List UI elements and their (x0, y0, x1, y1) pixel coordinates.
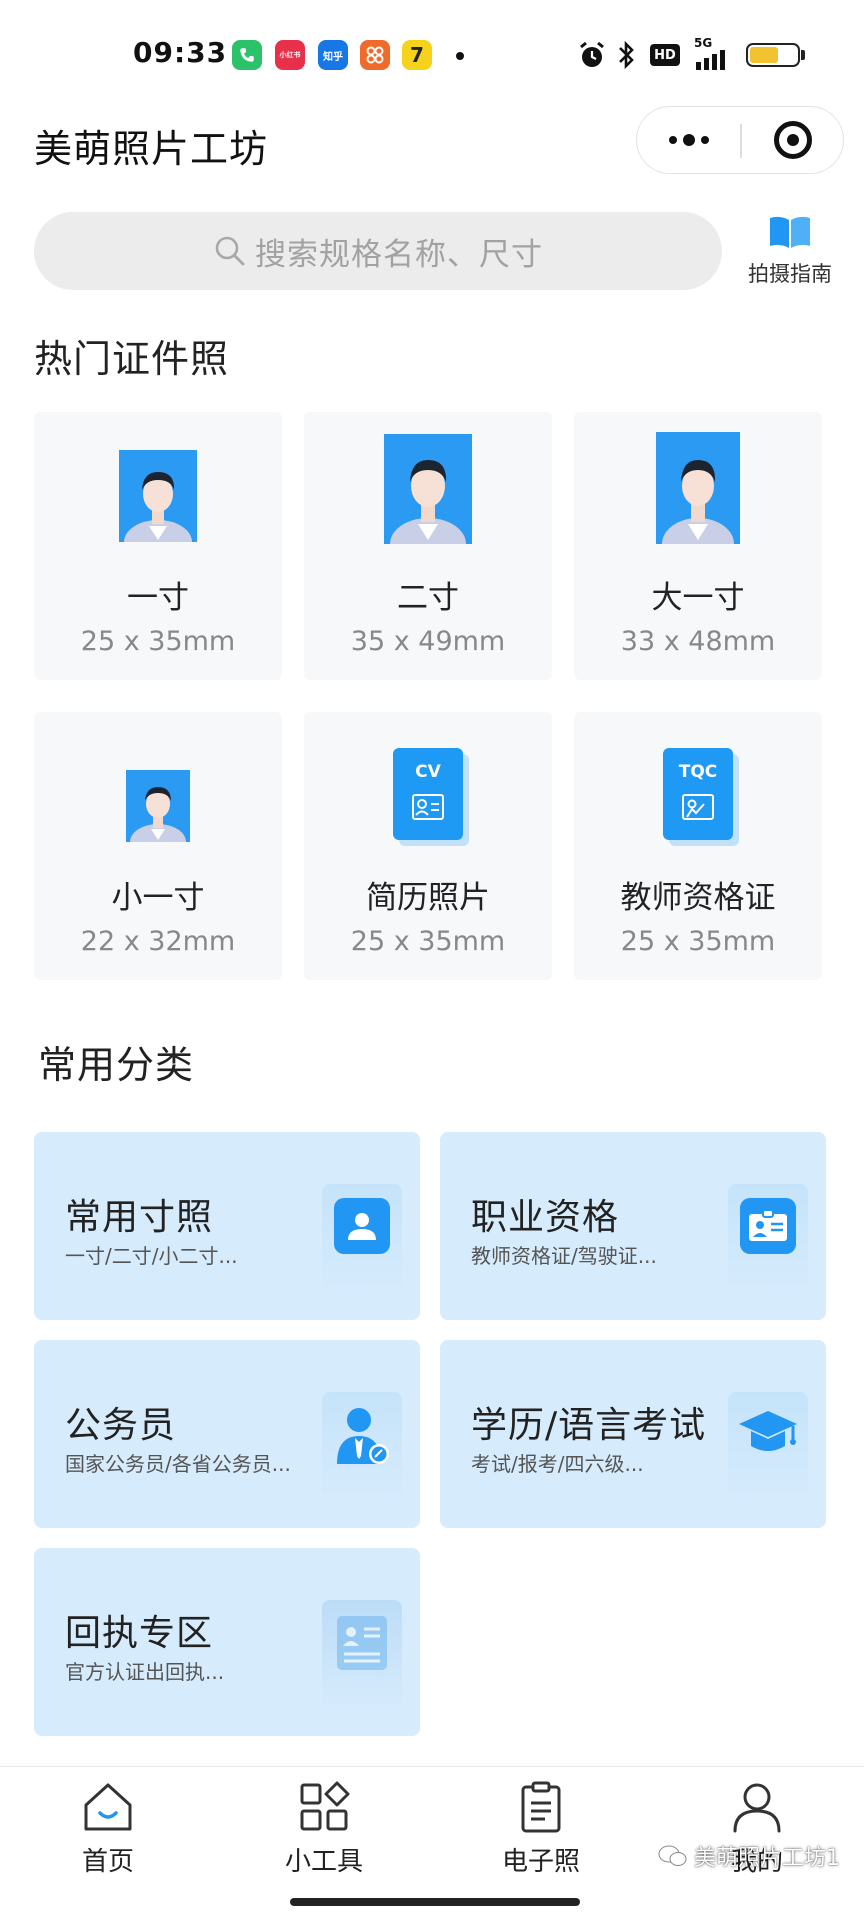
profile-icon (733, 1783, 781, 1833)
bluetooth-icon (619, 40, 634, 70)
tqc-badge: TQC (678, 762, 718, 782)
close-button[interactable] (741, 107, 844, 173)
zhihu-app-icon: 知乎 (318, 40, 348, 70)
cv-badge: CV (415, 762, 441, 782)
mini-program-capsule (636, 106, 844, 174)
category-title: 公务员 (65, 1405, 177, 1446)
home-icon (84, 1783, 132, 1831)
category-card-receipt[interactable]: 回执专区 官方认证出回执... (34, 1548, 420, 1736)
yellow-app-label: 7 (410, 43, 424, 67)
category-subtitle: 考试/报考/四六级... (471, 1452, 644, 1476)
portrait-photo-icon (126, 770, 190, 860)
category-card-common[interactable]: 常用寸照 一寸/二寸/小二寸... (34, 1132, 420, 1320)
shooting-guide-button[interactable]: 拍摄指南 (740, 214, 840, 288)
tab-label: 电子照 (501, 1847, 580, 1877)
page-title: 美萌照片工坊 (34, 127, 269, 171)
portrait-photo-icon (384, 434, 472, 570)
category-title: 常用寸照 (65, 1197, 214, 1238)
spec-name: 一寸 (127, 580, 189, 616)
spec-size: 25 x 35mm (350, 926, 506, 957)
target-icon (773, 121, 812, 159)
categories-section-title: 常用分类 (38, 1043, 195, 1087)
category-title: 学历/语言考试 (471, 1405, 707, 1446)
search-icon (215, 236, 245, 266)
tab-tools[interactable]: 小工具 (259, 1781, 389, 1878)
spec-name: 小一寸 (111, 880, 205, 916)
search-placeholder: 搜索规格名称、尺寸 (255, 236, 543, 273)
phone-app-icon (232, 40, 262, 70)
tqc-card-icon: TQC (663, 748, 733, 840)
zhihu-label: 知乎 (323, 51, 343, 63)
category-card-education[interactable]: 学历/语言考试 考试/报考/四六级... (440, 1340, 826, 1528)
photo-spec-card[interactable]: 一寸 25 x 35mm (34, 412, 282, 680)
more-button[interactable] (637, 107, 740, 173)
tab-home[interactable]: 首页 (43, 1781, 173, 1878)
xiaohongshu-label: 小红书 (279, 51, 301, 59)
home-indicator[interactable] (290, 1898, 580, 1906)
spec-size: 25 x 35mm (620, 926, 776, 957)
status-time: 09:33 (133, 36, 228, 69)
category-card-professional[interactable]: 职业资格 教师资格证/驾驶证... (440, 1132, 826, 1320)
wechat-icon (658, 1845, 687, 1866)
category-subtitle: 国家公务员/各省公务员... (65, 1452, 291, 1476)
shooting-guide-label: 拍摄指南 (748, 262, 832, 286)
spec-name: 简历照片 (366, 880, 490, 916)
graduation-cap-icon (739, 1411, 797, 1451)
more-dot-icon (668, 136, 677, 144)
alarm-icon (580, 41, 604, 67)
category-subtitle: 教师资格证/驾驶证... (471, 1244, 657, 1268)
portrait-photo-icon (656, 432, 740, 570)
hd-badge: HD (650, 44, 680, 66)
tab-e-photo[interactable]: 电子照 (476, 1781, 606, 1878)
civil-servant-icon (337, 1408, 389, 1464)
more-dot-icon (700, 136, 709, 144)
watermark: 美萌照片工坊1 (658, 1840, 840, 1872)
category-title: 回执专区 (65, 1613, 214, 1654)
more-notifications-dot (456, 52, 464, 60)
id-card-icon (740, 1198, 796, 1254)
xiaohongshu-app-icon: 小红书 (275, 40, 305, 70)
status-bar: 09:33 小红书 知乎 7 HD 5G (0, 0, 864, 100)
tab-label: 小工具 (284, 1847, 363, 1877)
clipboard-icon (521, 1781, 561, 1833)
book-icon (770, 216, 810, 248)
photo-spec-card[interactable]: 大一寸 33 x 48mm (574, 412, 822, 680)
photo-spec-card[interactable]: 二寸 35 x 49mm (304, 412, 552, 680)
search-input[interactable]: 搜索规格名称、尺寸 (34, 212, 722, 290)
spec-name: 教师资格证 (620, 880, 776, 916)
spec-size: 22 x 32mm (80, 926, 236, 957)
more-dot-icon (682, 134, 695, 146)
spec-name: 二寸 (397, 580, 459, 616)
photo-spec-card[interactable]: 小一寸 22 x 32mm (34, 712, 282, 980)
yellow-app-icon: 7 (402, 40, 432, 70)
spec-size: 25 x 35mm (80, 626, 236, 657)
category-title: 职业资格 (471, 1197, 620, 1238)
photo-spec-card[interactable]: CV 简历照片 25 x 35mm (304, 712, 552, 980)
portrait-photo-icon (119, 450, 197, 564)
battery-icon (746, 43, 800, 67)
grid-icon (300, 1781, 350, 1831)
cv-card-icon: CV (393, 748, 463, 840)
spec-size: 35 x 49mm (350, 626, 506, 657)
category-subtitle: 官方认证出回执... (65, 1660, 225, 1684)
category-card-civil-servant[interactable]: 公务员 国家公务员/各省公务员... (34, 1340, 420, 1528)
network-type: 5G (694, 36, 713, 50)
hot-section-title: 热门证件照 (34, 337, 230, 381)
receipt-icon (337, 1616, 387, 1670)
photo-spec-card[interactable]: TQC 教师资格证 25 x 35mm (574, 712, 822, 980)
watermark-text: 美萌照片工坊1 (694, 1846, 840, 1871)
spec-name: 大一寸 (651, 580, 745, 616)
category-subtitle: 一寸/二寸/小二寸... (65, 1244, 238, 1268)
user-icon (334, 1198, 390, 1254)
tab-label: 首页 (81, 1847, 134, 1877)
orange-app-icon (360, 40, 390, 70)
spec-size: 33 x 48mm (620, 626, 776, 657)
hd-label: HD (654, 47, 676, 63)
